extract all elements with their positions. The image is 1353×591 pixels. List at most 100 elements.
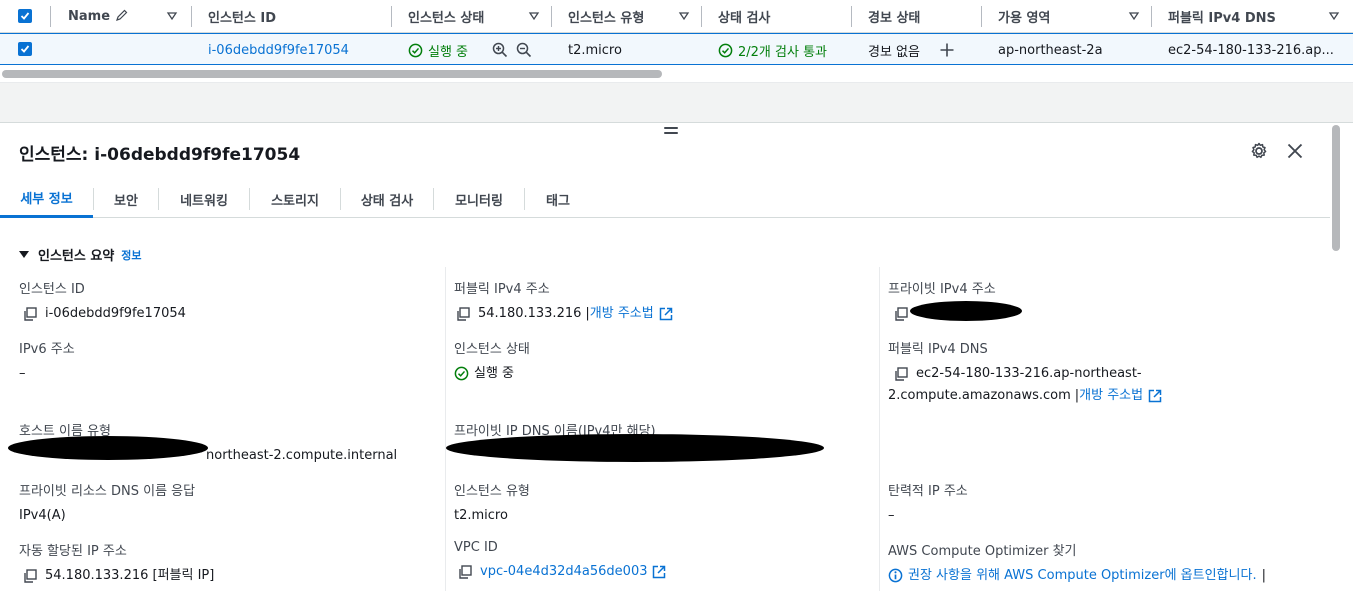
- copy-icon[interactable]: [23, 307, 37, 321]
- public-ipv4-value: 54.180.133.216: [478, 306, 582, 321]
- column-header-instance-type[interactable]: 인스턴스 유형: [568, 0, 700, 33]
- tab-networking[interactable]: 네트워킹: [159, 180, 249, 218]
- sort-caret-icon[interactable]: [1128, 10, 1140, 22]
- field-label: 프라이빗 IPv4 주소: [888, 282, 996, 297]
- instance-summary-header[interactable]: 인스턴스 요약 정보: [19, 245, 142, 264]
- sort-caret-icon[interactable]: [1328, 10, 1340, 22]
- column-label: 상태 검사: [718, 11, 771, 26]
- column-header-alarm-status[interactable]: 경보 상태: [868, 0, 980, 33]
- column-header-status-check[interactable]: 상태 검사: [718, 0, 850, 33]
- external-link-icon[interactable]: [1148, 389, 1162, 403]
- copy-icon[interactable]: [456, 307, 470, 321]
- elastic-ip-value: –: [888, 508, 895, 523]
- instances-table: Name 인스턴스 ID 인스턴스 상태 인스턴스 유형 상태 검사 경보 상태: [0, 0, 1353, 82]
- field-label: 인스턴스 유형: [454, 484, 530, 499]
- vertical-scrollbar-thumb[interactable]: [1332, 125, 1340, 251]
- copy-icon[interactable]: [894, 367, 908, 381]
- caret-down-icon[interactable]: [19, 251, 29, 258]
- column-label: 인스턴스 ID: [208, 11, 276, 26]
- external-link-icon[interactable]: [652, 565, 666, 579]
- field-vpc-id: VPC ID vpc-04e4d32d4a56de003: [454, 540, 874, 583]
- column-label: 퍼블릭 IPv4 DNS: [1168, 11, 1276, 26]
- column-divider: [551, 6, 552, 27]
- column-divider: [50, 6, 51, 27]
- field-instance-id: 인스턴스 ID i-06debdd9f9fe17054: [19, 278, 439, 325]
- vertical-scrollbar[interactable]: [1330, 125, 1342, 591]
- sort-caret-icon[interactable]: [528, 10, 540, 22]
- field-public-ipv4-dns: 퍼블릭 IPv4 DNS ec2-54-180-133-216.ap-north…: [888, 338, 1308, 407]
- copy-icon[interactable]: [458, 565, 472, 579]
- tab-storage[interactable]: 스토리지: [250, 180, 340, 218]
- external-link-icon[interactable]: [659, 307, 673, 321]
- field-compute-optimizer: AWS Compute Optimizer 찾기 권장 사항을 위해 AWS C…: [888, 540, 1308, 587]
- section-title: 인스턴스 요약: [38, 249, 115, 264]
- vpc-id-link[interactable]: vpc-04e4d32d4a56de003: [480, 561, 647, 583]
- cell-instance-type: t2.micro: [568, 42, 622, 58]
- sort-caret-icon[interactable]: [678, 10, 690, 22]
- field-label: AWS Compute Optimizer 찾기: [888, 544, 1077, 559]
- auto-ip-value: 54.180.133.216 [퍼블릭 IP]: [45, 568, 215, 583]
- table-footer-band: [0, 82, 1353, 122]
- detail-tabs: 세부 정보 보안 네트워킹 스토리지 상태 검사 모니터링 태그: [0, 180, 1330, 218]
- column-header-instance-state[interactable]: 인스턴스 상태: [408, 0, 550, 33]
- field-label: IPv6 주소: [19, 342, 75, 357]
- column-label: 인스턴스 유형: [568, 11, 645, 26]
- tab-status-checks[interactable]: 상태 검사: [341, 180, 433, 218]
- add-alarm-plus-icon[interactable]: [940, 43, 954, 57]
- column-divider: [445, 267, 446, 591]
- opt-in-link[interactable]: 권장 사항을 위해 AWS Compute Optimizer에 옵트인합니다.: [908, 565, 1257, 587]
- select-all-checkbox[interactable]: [18, 9, 32, 23]
- horizontal-scrollbar-thumb[interactable]: [2, 70, 662, 78]
- state-text: 실행 중: [428, 44, 469, 60]
- cell-instance-id-link[interactable]: i-06debdd9f9fe17054: [208, 34, 349, 66]
- column-label: 가용 영역: [998, 11, 1051, 26]
- field-value: i-06debdd9f9fe17054: [19, 303, 439, 325]
- tab-monitoring[interactable]: 모니터링: [434, 180, 524, 218]
- redaction-mark: [446, 434, 824, 462]
- instance-state-value: 실행 중: [474, 366, 515, 381]
- copy-icon[interactable]: [23, 569, 37, 583]
- field-label: 탄력적 IP 주소: [888, 484, 968, 499]
- tab-tags[interactable]: 태그: [525, 180, 591, 218]
- table-header: Name 인스턴스 ID 인스턴스 상태 인스턴스 유형 상태 검사 경보 상태: [0, 0, 1353, 33]
- horizontal-scrollbar[interactable]: [0, 68, 1353, 80]
- panel-resize-handle[interactable]: [664, 127, 678, 137]
- column-label: 경보 상태: [868, 11, 921, 26]
- table-row[interactable]: i-06debdd9f9fe17054 실행 중 t2.micro 2/2개 검…: [0, 33, 1353, 65]
- public-dns-value-line2: 2.compute.amazonaws.com: [888, 388, 1071, 403]
- field-label: 자동 할당된 IP 주소: [19, 544, 127, 559]
- panel-title: 인스턴스: i-06debdd9f9fe17054: [19, 145, 301, 165]
- info-link[interactable]: 정보: [121, 247, 141, 263]
- column-divider: [879, 267, 880, 591]
- instance-id-value: i-06debdd9f9fe17054: [45, 306, 186, 321]
- column-label: Name: [68, 9, 111, 24]
- cell-status-check: 2/2개 검사 통과: [718, 34, 827, 66]
- column-divider: [981, 6, 982, 27]
- zoom-out-icon[interactable]: [516, 42, 532, 58]
- column-divider: [391, 6, 392, 27]
- gear-icon[interactable]: [1249, 141, 1269, 161]
- column-header-name[interactable]: Name: [68, 0, 190, 33]
- field-value: 실행 중: [454, 363, 874, 385]
- close-icon[interactable]: [1285, 141, 1305, 161]
- column-divider: [851, 6, 852, 27]
- alarm-text: 경보 없음: [868, 44, 920, 60]
- field-value: 권장 사항을 위해 AWS Compute Optimizer에 옵트인합니다.…: [888, 565, 1308, 587]
- tab-details[interactable]: 세부 정보: [0, 180, 93, 218]
- check-circle-icon: [718, 43, 733, 57]
- column-header-availability-zone[interactable]: 가용 영역: [998, 0, 1150, 33]
- field-label: 프라이빗 리소스 DNS 이름 응답: [19, 484, 196, 499]
- open-address-link[interactable]: 개방 주소법: [590, 303, 654, 325]
- copy-icon[interactable]: [894, 307, 908, 321]
- tab-security[interactable]: 보안: [94, 180, 158, 218]
- field-elastic-ip: 탄력적 IP 주소 –: [888, 480, 1308, 527]
- column-header-public-dns[interactable]: 퍼블릭 IPv4 DNS: [1168, 0, 1348, 33]
- open-address-link[interactable]: 개방 주소법: [1079, 385, 1143, 407]
- column-divider: [1151, 6, 1152, 27]
- row-checkbox[interactable]: [18, 42, 32, 56]
- sort-caret-icon[interactable]: [166, 10, 178, 22]
- field-label: 퍼블릭 IPv4 주소: [454, 282, 550, 297]
- column-header-instance-id[interactable]: 인스턴스 ID: [208, 0, 390, 33]
- zoom-in-icon[interactable]: [492, 42, 508, 58]
- cell-instance-state: 실행 중: [408, 34, 532, 66]
